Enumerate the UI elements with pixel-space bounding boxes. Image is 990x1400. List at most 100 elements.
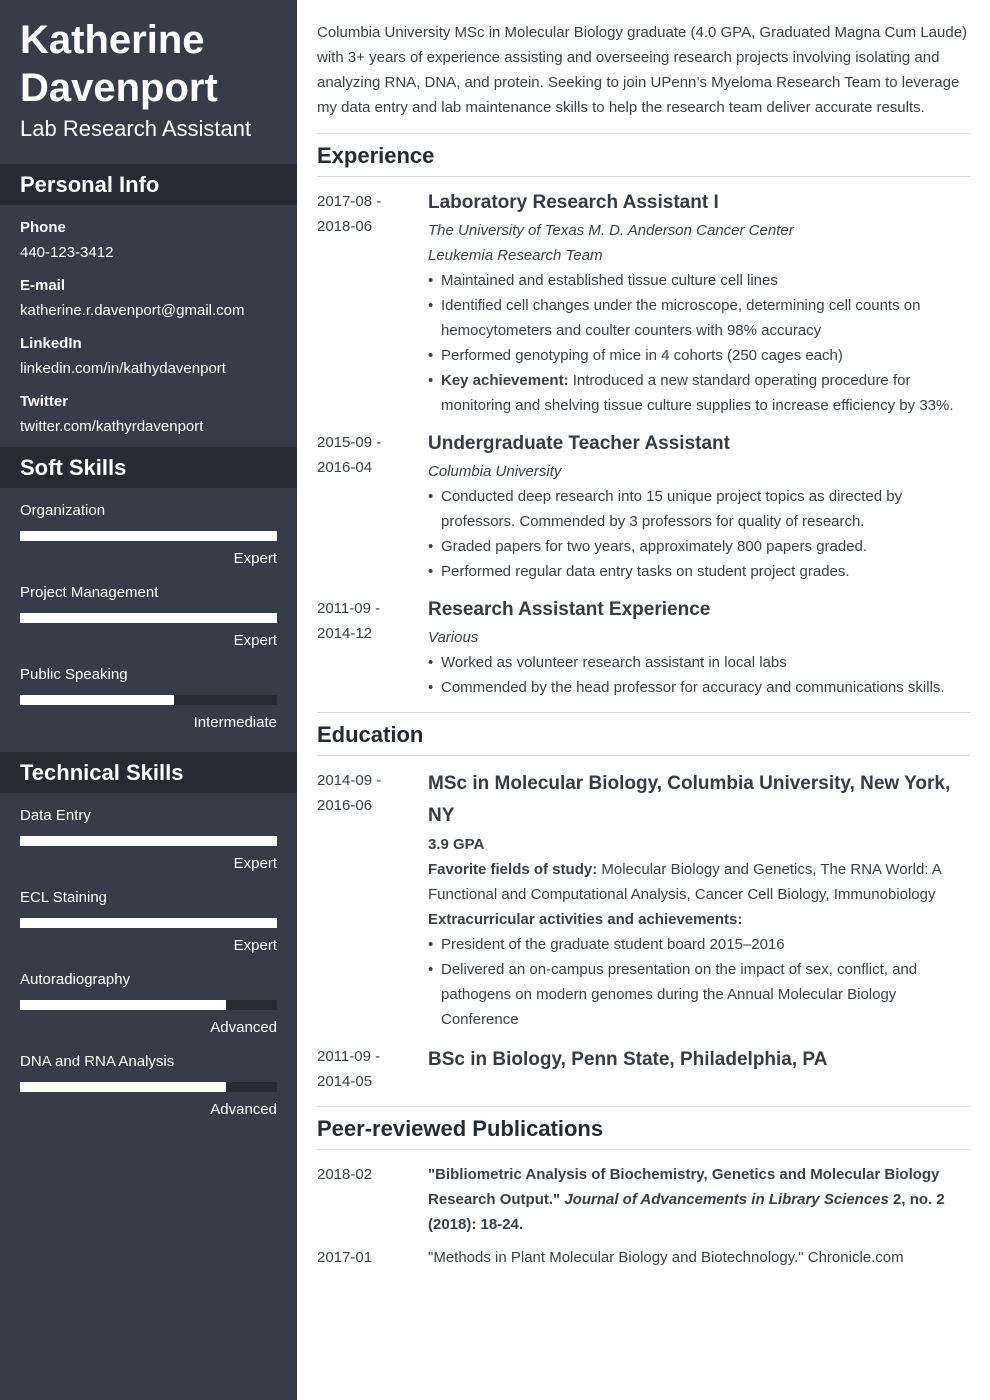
skill-bar	[20, 1000, 277, 1010]
twitter-label: Twitter	[20, 393, 69, 410]
entry-body: MSc in Molecular Biology, Columbia Unive…	[428, 768, 970, 1032]
skill-item: DNA and RNA Analysis Advanced	[20, 1049, 277, 1122]
skill-level: Expert	[233, 937, 277, 954]
education-entry: 2011-09 - 2014-05 BSc in Biology, Penn S…	[317, 1044, 970, 1094]
degree-title: BSc in Biology, Penn State, Philadelphia…	[428, 1049, 828, 1070]
entry-body: Laboratory Research Assistant I The Univ…	[428, 189, 970, 418]
date-start: 2014-09 -	[317, 772, 382, 789]
date-start: 2015-09 -	[317, 434, 382, 451]
personal-info: Phone 440-123-3412 E-mail katherine.r.da…	[0, 205, 297, 447]
technical-skills: Data Entry Expert ECL Staining Expert Au…	[0, 793, 297, 1139]
bullet-item: Identified cell changes under the micros…	[428, 293, 970, 343]
skill-name: Public Speaking	[20, 666, 128, 683]
fields-label: Favorite fields of study:	[428, 861, 598, 878]
entry-bullets: Maintained and established tissue cultur…	[428, 268, 970, 418]
skill-bar-fill	[20, 695, 175, 705]
skill-item: Organization Expert	[20, 498, 277, 571]
linkedin-label: LinkedIn	[20, 335, 82, 352]
name-first: Katherine	[20, 18, 205, 62]
experience-heading: Experience	[317, 134, 970, 177]
entry-sub-org: Leukemia Research Team	[428, 247, 603, 264]
skill-bar-fill	[20, 1000, 226, 1010]
skill-bar	[20, 1082, 277, 1092]
skill-item: Project Management Expert	[20, 580, 277, 653]
date-end: 2014-05	[317, 1073, 373, 1090]
fields-of-study: Favorite fields of study: Molecular Biol…	[428, 857, 970, 907]
summary: Columbia University MSc in Molecular Bio…	[317, 20, 970, 134]
linkedin-value[interactable]: linkedin.com/in/kathydavenport	[20, 356, 277, 381]
sidebar: Katherine Davenport Lab Research Assista…	[0, 0, 297, 1400]
education-section: Education 2014-09 - 2016-06 MSc in Molec…	[317, 713, 970, 1107]
skill-level: Expert	[233, 632, 277, 649]
publication-entry: 2017-01 "Methods in Plant Molecular Biol…	[317, 1245, 970, 1270]
soft-skills-heading: Soft Skills	[0, 447, 297, 488]
entry-org: The University of Texas M. D. Anderson C…	[428, 222, 794, 239]
entry-bullets: President of the graduate student board …	[428, 932, 970, 1032]
skill-name: ECL Staining	[20, 889, 107, 906]
entry-date: 2014-09 - 2016-06	[317, 768, 428, 1032]
entry-date: 2011-09 - 2014-05	[317, 1044, 428, 1094]
entry-date: 2015-09 - 2016-04	[317, 430, 428, 584]
personal-info-heading: Personal Info	[0, 164, 297, 205]
gpa: 3.9 GPA	[428, 836, 485, 853]
entry-org: Various	[428, 629, 479, 646]
bullet-item: Conducted deep research into 15 unique p…	[428, 484, 970, 534]
entry-bullets: Conducted deep research into 15 unique p…	[428, 484, 970, 584]
skill-bar-fill	[20, 1082, 226, 1092]
publications-heading: Peer-reviewed Publications	[317, 1107, 970, 1150]
skill-bar	[20, 531, 277, 541]
experience-entry: 2015-09 - 2016-04 Undergraduate Teacher …	[317, 430, 970, 584]
skill-bar-fill	[20, 613, 277, 623]
skill-name: DNA and RNA Analysis	[20, 1053, 175, 1070]
publication-citation: "Bibliometric Analysis of Biochemistry, …	[428, 1162, 970, 1237]
date-end: 2016-04	[317, 459, 373, 476]
experience-entry: 2011-09 - 2014-12 Research Assistant Exp…	[317, 596, 970, 700]
bullet-item: Performed regular data entry tasks on st…	[428, 559, 970, 584]
skill-bar-fill	[20, 836, 277, 846]
publication-date: 2018-02	[317, 1166, 373, 1183]
experience-entry: 2017-08 - 2018-06 Laboratory Research As…	[317, 189, 970, 418]
date-end: 2014-12	[317, 625, 373, 642]
skill-item: Public Speaking Intermediate	[20, 662, 277, 735]
bullet-item: Maintained and established tissue cultur…	[428, 268, 970, 293]
skill-bar	[20, 836, 277, 846]
bullet-item: President of the graduate student board …	[428, 932, 970, 957]
skill-bar	[20, 613, 277, 623]
skill-name: Organization	[20, 502, 106, 519]
bullet-item: Delivered an on-campus presentation on t…	[428, 957, 970, 1032]
email-label: E-mail	[20, 277, 66, 294]
entry-org: Columbia University	[428, 463, 562, 480]
skill-name: Autoradiography	[20, 971, 131, 988]
bullet-item: Worked as volunteer research assistant i…	[428, 650, 970, 675]
soft-skills: Organization Expert Project Management E…	[0, 488, 297, 752]
entry-date: 2011-09 - 2014-12	[317, 596, 428, 700]
date-start: 2011-09 -	[317, 600, 381, 617]
date-end: 2016-06	[317, 797, 373, 814]
entry-title: Laboratory Research Assistant I	[428, 192, 719, 213]
bullet-item: Performed genotyping of mice in 4 cohort…	[428, 343, 970, 368]
email-value[interactable]: katherine.r.davenport@gmail.com	[20, 298, 277, 323]
skill-name: Project Management	[20, 584, 159, 601]
date-start: 2017-08 -	[317, 193, 382, 210]
skill-level: Advanced	[210, 1101, 277, 1118]
skill-level: Advanced	[210, 1019, 277, 1036]
skill-level: Expert	[233, 550, 277, 567]
name-last: Davenport	[20, 66, 218, 110]
education-heading: Education	[317, 713, 970, 756]
skill-item: Data Entry Expert	[20, 803, 277, 876]
entry-body: BSc in Biology, Penn State, Philadelphia…	[428, 1044, 970, 1094]
skill-level: Intermediate	[193, 714, 277, 731]
experience-section: Experience 2017-08 - 2018-06 Laboratory …	[317, 134, 970, 713]
skill-level: Expert	[233, 855, 277, 872]
skill-bar	[20, 695, 277, 705]
education-entry: 2014-09 - 2016-06 MSc in Molecular Biolo…	[317, 768, 970, 1032]
bullet-item: Commended by the head professor for accu…	[428, 675, 970, 700]
bullet-item: Graded papers for two years, approximate…	[428, 534, 970, 559]
publication-date: 2017-01	[317, 1249, 373, 1266]
phone-label: Phone	[20, 219, 66, 236]
candidate-name: Katherine Davenport	[0, 0, 297, 112]
publications-section: Peer-reviewed Publications 2018-02 "Bibl…	[317, 1107, 970, 1282]
entry-body: Undergraduate Teacher Assistant Columbia…	[428, 430, 970, 584]
twitter-value[interactable]: twitter.com/kathyrdavenport	[20, 414, 277, 439]
entry-bullets: Worked as volunteer research assistant i…	[428, 650, 970, 700]
